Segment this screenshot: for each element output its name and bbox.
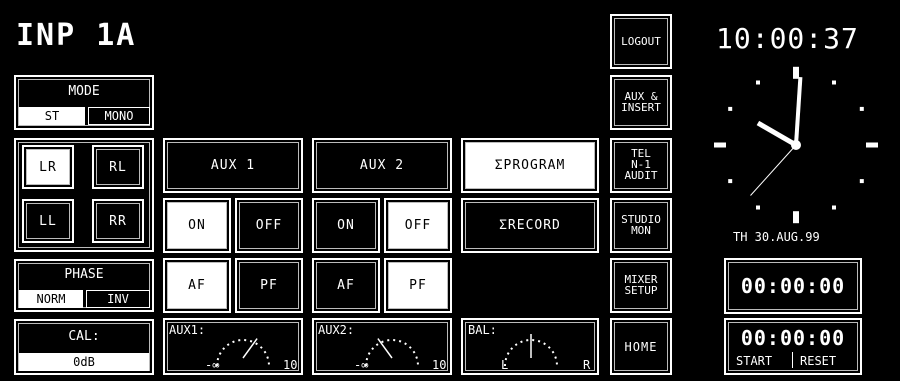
home-button[interactable]: HOME <box>610 318 672 375</box>
clock-tick-9 <box>714 142 726 148</box>
input-title: INP 1A <box>16 18 137 53</box>
aux-insert-line2: INSERT <box>621 101 661 114</box>
timer-start-button[interactable]: START <box>736 354 772 368</box>
cal-panel[interactable]: CAL: 0dB <box>14 319 154 375</box>
clock-tick-6 <box>793 211 799 224</box>
route-rr-button[interactable]: RR <box>92 199 144 243</box>
aux1-meter[interactable]: AUX1: -∞ 10 <box>163 318 303 375</box>
mode-mono-button[interactable]: MONO <box>88 107 150 125</box>
aux1-on-button[interactable]: ON <box>163 198 231 253</box>
clock-tick-8 <box>728 179 733 184</box>
aux2-meter-label: AUX2: <box>318 323 355 337</box>
clock-hour-hand <box>756 120 798 148</box>
timer-2-value: 00:00:00 <box>740 326 846 350</box>
sum-record-button[interactable]: ΣRECORD <box>461 198 599 253</box>
logout-button[interactable]: LOGOUT <box>610 14 672 69</box>
route-rl-button[interactable]: RL <box>92 145 144 189</box>
clock-tick-1 <box>832 80 836 85</box>
aux1-meter-min: -∞ <box>205 358 220 372</box>
aux1-needle <box>242 338 258 359</box>
clock-tick-7 <box>756 205 760 210</box>
aux2-af-button[interactable]: AF <box>312 258 380 313</box>
balance-meter[interactable]: BAL: L R <box>461 318 599 375</box>
clock-tick-4 <box>859 179 864 184</box>
clock-center <box>791 140 801 150</box>
timer-2: 00:00:00 START RESET <box>724 318 862 375</box>
aux1-off-button[interactable]: OFF <box>235 198 303 253</box>
aux2-header: AUX 2 <box>312 138 452 193</box>
aux1-meter-label: AUX1: <box>169 323 206 337</box>
phase-norm-button[interactable]: NORM <box>19 290 83 308</box>
timer-divider <box>792 352 793 368</box>
clock-minute-hand <box>794 76 803 146</box>
clock-time: 10:00:37 <box>716 22 859 55</box>
sum-program-button[interactable]: ΣPROGRAM <box>461 138 599 193</box>
clock-second-hand <box>750 144 797 196</box>
clock-tick-2 <box>859 106 864 111</box>
clock-date: TH 30.AUG.99 <box>733 230 820 244</box>
aux2-needle <box>377 338 393 359</box>
aux1-af-button[interactable]: AF <box>163 258 231 313</box>
tel-line3: AUDIT <box>624 169 658 182</box>
timer-1-value: 00:00:00 <box>740 274 846 298</box>
analog-clock <box>714 66 878 224</box>
mixer-setup-line2: SETUP <box>624 284 658 297</box>
cal-value: 0dB <box>19 353 149 371</box>
aux2-meter-max: 10 <box>432 358 447 372</box>
studio-mon-line2: MON <box>631 224 651 237</box>
mixer-setup-button[interactable]: MIXER SETUP <box>610 258 672 313</box>
clock-tick-11 <box>756 80 760 85</box>
timer-reset-button[interactable]: RESET <box>800 354 836 368</box>
phase-label: PHASE <box>64 267 104 282</box>
clock-tick-5 <box>832 205 836 210</box>
cal-label: CAL: <box>68 329 100 344</box>
aux2-on-button[interactable]: ON <box>312 198 380 253</box>
balance-left: L <box>501 358 509 372</box>
route-ll-button[interactable]: LL <box>22 199 74 243</box>
tel-n1-audit-button[interactable]: TEL N-1 AUDIT <box>610 138 672 193</box>
aux2-off-button[interactable]: OFF <box>384 198 452 253</box>
studio-mon-button[interactable]: STUDIO MON <box>610 198 672 253</box>
aux1-meter-max: 10 <box>283 358 298 372</box>
aux2-meter-min: -∞ <box>354 358 369 372</box>
phase-panel: PHASE NORM INV <box>14 259 154 312</box>
mode-panel: MODE ST MONO <box>14 75 154 130</box>
aux2-meter[interactable]: AUX2: -∞ 10 <box>312 318 452 375</box>
aux-insert-button[interactable]: AUX & INSERT <box>610 75 672 130</box>
clock-tick-0 <box>793 66 799 79</box>
phase-inv-button[interactable]: INV <box>86 290 150 308</box>
aux2-pf-button[interactable]: PF <box>384 258 452 313</box>
balance-right: R <box>583 358 591 372</box>
clock-tick-10 <box>728 106 733 111</box>
timer-1: 00:00:00 <box>724 258 862 314</box>
mode-label: MODE <box>68 84 100 99</box>
clock-tick-3 <box>866 142 878 148</box>
route-lr-button[interactable]: LR <box>22 145 74 189</box>
mode-st-button[interactable]: ST <box>19 107 85 125</box>
aux1-header: AUX 1 <box>163 138 303 193</box>
aux1-pf-button[interactable]: PF <box>235 258 303 313</box>
